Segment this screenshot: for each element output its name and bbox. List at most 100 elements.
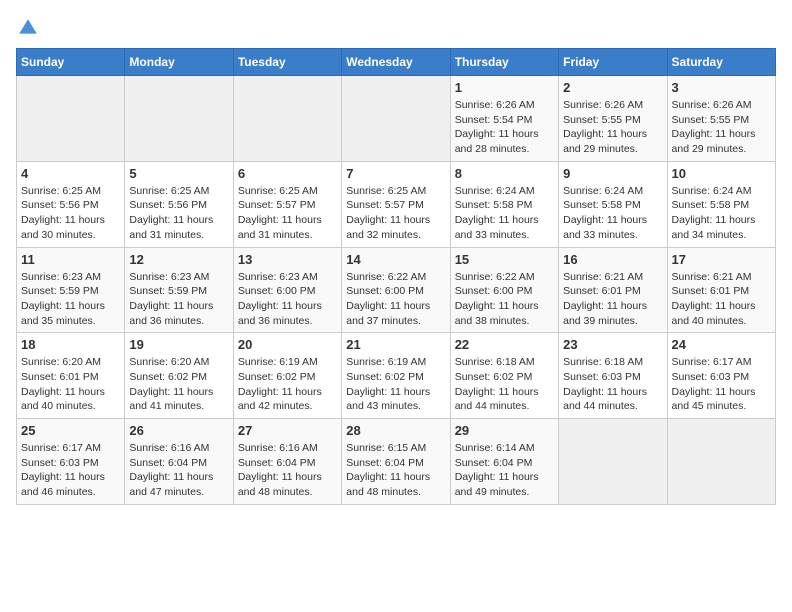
day-number: 16 xyxy=(563,252,662,267)
day-info: Sunrise: 6:26 AMSunset: 5:55 PMDaylight:… xyxy=(563,98,662,157)
calendar-week-3: 11 Sunrise: 6:23 AMSunset: 5:59 PMDaylig… xyxy=(17,247,776,333)
calendar-cell: 21 Sunrise: 6:19 AMSunset: 6:02 PMDaylig… xyxy=(342,333,450,419)
day-number: 7 xyxy=(346,166,445,181)
calendar-cell: 24 Sunrise: 6:17 AMSunset: 6:03 PMDaylig… xyxy=(667,333,775,419)
col-header-wednesday: Wednesday xyxy=(342,49,450,76)
calendar-cell: 4 Sunrise: 6:25 AMSunset: 5:56 PMDayligh… xyxy=(17,161,125,247)
day-number: 1 xyxy=(455,80,554,95)
day-info: Sunrise: 6:19 AMSunset: 6:02 PMDaylight:… xyxy=(346,355,445,414)
day-info: Sunrise: 6:21 AMSunset: 6:01 PMDaylight:… xyxy=(672,270,771,329)
col-header-thursday: Thursday xyxy=(450,49,558,76)
calendar-cell: 25 Sunrise: 6:17 AMSunset: 6:03 PMDaylig… xyxy=(17,419,125,505)
day-number: 2 xyxy=(563,80,662,95)
col-header-monday: Monday xyxy=(125,49,233,76)
day-number: 5 xyxy=(129,166,228,181)
calendar-cell: 29 Sunrise: 6:14 AMSunset: 6:04 PMDaylig… xyxy=(450,419,558,505)
day-info: Sunrise: 6:15 AMSunset: 6:04 PMDaylight:… xyxy=(346,441,445,500)
day-info: Sunrise: 6:21 AMSunset: 6:01 PMDaylight:… xyxy=(563,270,662,329)
day-info: Sunrise: 6:25 AMSunset: 5:57 PMDaylight:… xyxy=(238,184,337,243)
day-info: Sunrise: 6:23 AMSunset: 5:59 PMDaylight:… xyxy=(21,270,120,329)
calendar-header: SundayMondayTuesdayWednesdayThursdayFrid… xyxy=(17,49,776,76)
calendar-week-4: 18 Sunrise: 6:20 AMSunset: 6:01 PMDaylig… xyxy=(17,333,776,419)
calendar-cell xyxy=(17,76,125,162)
day-number: 29 xyxy=(455,423,554,438)
calendar-cell: 5 Sunrise: 6:25 AMSunset: 5:56 PMDayligh… xyxy=(125,161,233,247)
calendar-cell: 26 Sunrise: 6:16 AMSunset: 6:04 PMDaylig… xyxy=(125,419,233,505)
day-info: Sunrise: 6:26 AMSunset: 5:55 PMDaylight:… xyxy=(672,98,771,157)
day-number: 6 xyxy=(238,166,337,181)
calendar-cell xyxy=(233,76,341,162)
day-number: 13 xyxy=(238,252,337,267)
calendar-cell: 10 Sunrise: 6:24 AMSunset: 5:58 PMDaylig… xyxy=(667,161,775,247)
calendar-cell: 11 Sunrise: 6:23 AMSunset: 5:59 PMDaylig… xyxy=(17,247,125,333)
day-info: Sunrise: 6:17 AMSunset: 6:03 PMDaylight:… xyxy=(21,441,120,500)
day-info: Sunrise: 6:16 AMSunset: 6:04 PMDaylight:… xyxy=(129,441,228,500)
calendar-cell: 3 Sunrise: 6:26 AMSunset: 5:55 PMDayligh… xyxy=(667,76,775,162)
logo-icon xyxy=(16,16,40,40)
calendar-cell: 13 Sunrise: 6:23 AMSunset: 6:00 PMDaylig… xyxy=(233,247,341,333)
day-info: Sunrise: 6:18 AMSunset: 6:02 PMDaylight:… xyxy=(455,355,554,414)
calendar-week-2: 4 Sunrise: 6:25 AMSunset: 5:56 PMDayligh… xyxy=(17,161,776,247)
calendar-cell xyxy=(342,76,450,162)
calendar-cell: 28 Sunrise: 6:15 AMSunset: 6:04 PMDaylig… xyxy=(342,419,450,505)
day-info: Sunrise: 6:25 AMSunset: 5:56 PMDaylight:… xyxy=(21,184,120,243)
calendar-cell: 6 Sunrise: 6:25 AMSunset: 5:57 PMDayligh… xyxy=(233,161,341,247)
day-info: Sunrise: 6:20 AMSunset: 6:01 PMDaylight:… xyxy=(21,355,120,414)
calendar-cell xyxy=(125,76,233,162)
col-header-saturday: Saturday xyxy=(667,49,775,76)
calendar-cell: 17 Sunrise: 6:21 AMSunset: 6:01 PMDaylig… xyxy=(667,247,775,333)
day-number: 14 xyxy=(346,252,445,267)
calendar-body: 1 Sunrise: 6:26 AMSunset: 5:54 PMDayligh… xyxy=(17,76,776,505)
header xyxy=(16,16,776,40)
day-info: Sunrise: 6:24 AMSunset: 5:58 PMDaylight:… xyxy=(455,184,554,243)
day-info: Sunrise: 6:22 AMSunset: 6:00 PMDaylight:… xyxy=(455,270,554,329)
day-number: 24 xyxy=(672,337,771,352)
day-info: Sunrise: 6:25 AMSunset: 5:56 PMDaylight:… xyxy=(129,184,228,243)
calendar-cell: 22 Sunrise: 6:18 AMSunset: 6:02 PMDaylig… xyxy=(450,333,558,419)
day-info: Sunrise: 6:20 AMSunset: 6:02 PMDaylight:… xyxy=(129,355,228,414)
calendar-cell xyxy=(559,419,667,505)
calendar-cell: 1 Sunrise: 6:26 AMSunset: 5:54 PMDayligh… xyxy=(450,76,558,162)
day-number: 23 xyxy=(563,337,662,352)
day-info: Sunrise: 6:25 AMSunset: 5:57 PMDaylight:… xyxy=(346,184,445,243)
calendar-cell: 16 Sunrise: 6:21 AMSunset: 6:01 PMDaylig… xyxy=(559,247,667,333)
day-number: 20 xyxy=(238,337,337,352)
day-number: 18 xyxy=(21,337,120,352)
day-info: Sunrise: 6:24 AMSunset: 5:58 PMDaylight:… xyxy=(563,184,662,243)
day-number: 9 xyxy=(563,166,662,181)
calendar-cell: 7 Sunrise: 6:25 AMSunset: 5:57 PMDayligh… xyxy=(342,161,450,247)
day-number: 8 xyxy=(455,166,554,181)
day-number: 17 xyxy=(672,252,771,267)
day-number: 19 xyxy=(129,337,228,352)
day-info: Sunrise: 6:22 AMSunset: 6:00 PMDaylight:… xyxy=(346,270,445,329)
col-header-tuesday: Tuesday xyxy=(233,49,341,76)
day-number: 4 xyxy=(21,166,120,181)
day-info: Sunrise: 6:23 AMSunset: 5:59 PMDaylight:… xyxy=(129,270,228,329)
calendar-cell: 12 Sunrise: 6:23 AMSunset: 5:59 PMDaylig… xyxy=(125,247,233,333)
day-number: 11 xyxy=(21,252,120,267)
day-number: 25 xyxy=(21,423,120,438)
calendar-cell: 9 Sunrise: 6:24 AMSunset: 5:58 PMDayligh… xyxy=(559,161,667,247)
calendar-cell: 14 Sunrise: 6:22 AMSunset: 6:00 PMDaylig… xyxy=(342,247,450,333)
calendar-cell: 19 Sunrise: 6:20 AMSunset: 6:02 PMDaylig… xyxy=(125,333,233,419)
calendar-cell: 2 Sunrise: 6:26 AMSunset: 5:55 PMDayligh… xyxy=(559,76,667,162)
day-number: 10 xyxy=(672,166,771,181)
day-number: 21 xyxy=(346,337,445,352)
day-number: 22 xyxy=(455,337,554,352)
calendar-cell: 8 Sunrise: 6:24 AMSunset: 5:58 PMDayligh… xyxy=(450,161,558,247)
day-number: 3 xyxy=(672,80,771,95)
logo xyxy=(16,16,44,40)
calendar-cell: 18 Sunrise: 6:20 AMSunset: 6:01 PMDaylig… xyxy=(17,333,125,419)
day-number: 15 xyxy=(455,252,554,267)
col-header-sunday: Sunday xyxy=(17,49,125,76)
day-info: Sunrise: 6:17 AMSunset: 6:03 PMDaylight:… xyxy=(672,355,771,414)
day-number: 27 xyxy=(238,423,337,438)
calendar-cell: 27 Sunrise: 6:16 AMSunset: 6:04 PMDaylig… xyxy=(233,419,341,505)
day-info: Sunrise: 6:16 AMSunset: 6:04 PMDaylight:… xyxy=(238,441,337,500)
day-number: 28 xyxy=(346,423,445,438)
calendar-cell: 15 Sunrise: 6:22 AMSunset: 6:00 PMDaylig… xyxy=(450,247,558,333)
day-number: 12 xyxy=(129,252,228,267)
day-info: Sunrise: 6:14 AMSunset: 6:04 PMDaylight:… xyxy=(455,441,554,500)
calendar-week-5: 25 Sunrise: 6:17 AMSunset: 6:03 PMDaylig… xyxy=(17,419,776,505)
calendar-week-1: 1 Sunrise: 6:26 AMSunset: 5:54 PMDayligh… xyxy=(17,76,776,162)
